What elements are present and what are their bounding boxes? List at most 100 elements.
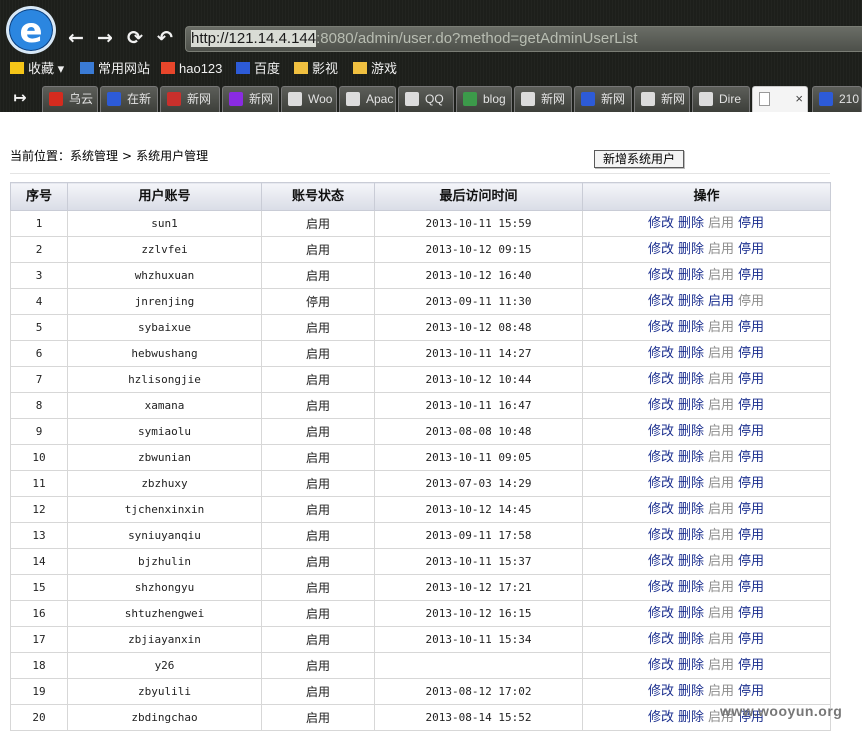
- delete-link[interactable]: 删除: [678, 554, 704, 569]
- edit-link[interactable]: 修改: [648, 502, 674, 517]
- back-arrow-icon[interactable]: ←: [64, 26, 88, 50]
- refresh-icon[interactable]: ⟳: [123, 26, 147, 50]
- browser-tab[interactable]: Apac: [339, 86, 396, 112]
- browser-tab[interactable]: 新网: [514, 86, 572, 112]
- browser-tab[interactable]: 210: [812, 86, 862, 112]
- edit-link[interactable]: 修改: [648, 346, 674, 361]
- edit-link[interactable]: 修改: [648, 216, 674, 231]
- delete-link[interactable]: 删除: [678, 684, 704, 699]
- delete-link[interactable]: 删除: [678, 476, 704, 491]
- delete-link[interactable]: 删除: [678, 502, 704, 517]
- disable-link[interactable]: 停用: [738, 242, 764, 257]
- edit-link[interactable]: 修改: [648, 294, 674, 309]
- delete-link[interactable]: 删除: [678, 372, 704, 387]
- edit-link[interactable]: 修改: [648, 710, 674, 725]
- delete-link[interactable]: 删除: [678, 346, 704, 361]
- disable-link[interactable]: 停用: [738, 346, 764, 361]
- bookmark-item[interactable]: 常用网站: [80, 58, 150, 80]
- delete-link[interactable]: 删除: [678, 606, 704, 621]
- bookmark-item[interactable]: 百度: [236, 58, 280, 80]
- watermark: www.wooyun.org: [720, 703, 843, 719]
- cell-status: 启用: [261, 366, 375, 393]
- sidebar-toggle-icon[interactable]: ↦: [8, 86, 32, 110]
- delete-link[interactable]: 删除: [678, 450, 704, 465]
- disable-link[interactable]: 停用: [738, 398, 764, 413]
- edit-link[interactable]: 修改: [648, 450, 674, 465]
- delete-link[interactable]: 删除: [678, 632, 704, 647]
- disable-link[interactable]: 停用: [738, 320, 764, 335]
- edit-link[interactable]: 修改: [648, 476, 674, 491]
- cell-no: 13: [10, 522, 68, 549]
- delete-link[interactable]: 删除: [678, 658, 704, 673]
- bookmark-item[interactable]: 收藏 ▾: [10, 58, 64, 80]
- disable-link[interactable]: 停用: [738, 502, 764, 517]
- cell-status: 停用: [261, 288, 375, 315]
- edit-link[interactable]: 修改: [648, 398, 674, 413]
- browser-tab[interactable]: 新网: [160, 86, 220, 112]
- browser-tab[interactable]: 新网: [634, 86, 690, 112]
- disable-link[interactable]: 停用: [738, 372, 764, 387]
- delete-link[interactable]: 删除: [678, 294, 704, 309]
- delete-link[interactable]: 删除: [678, 424, 704, 439]
- disable-link[interactable]: 停用: [738, 528, 764, 543]
- disable-link[interactable]: 停用: [738, 450, 764, 465]
- browser-logo-icon[interactable]: e: [6, 6, 56, 54]
- cell-last-visit: 2013-10-11 15:59: [374, 210, 583, 237]
- enable-link[interactable]: 启用: [708, 294, 734, 309]
- edit-link[interactable]: 修改: [648, 684, 674, 699]
- disable-link[interactable]: 停用: [738, 606, 764, 621]
- browser-tab[interactable]: Woo: [281, 86, 337, 112]
- edit-link[interactable]: 修改: [648, 606, 674, 621]
- cell-last-visit: 2013-10-12 16:40: [374, 262, 583, 289]
- edit-link[interactable]: 修改: [648, 268, 674, 283]
- edit-link[interactable]: 修改: [648, 554, 674, 569]
- bookmark-item[interactable]: hao123: [161, 58, 222, 80]
- browser-tab[interactable]: 乌云: [42, 86, 98, 112]
- edit-link[interactable]: 修改: [648, 632, 674, 647]
- disable-link[interactable]: 停用: [738, 268, 764, 283]
- disable-link[interactable]: 停用: [738, 632, 764, 647]
- disable-link[interactable]: 停用: [738, 216, 764, 231]
- browser-tab[interactable]: Dire: [692, 86, 750, 112]
- bookmark-item[interactable]: 影视: [294, 58, 338, 80]
- disable-link[interactable]: 停用: [738, 476, 764, 491]
- edit-link[interactable]: 修改: [648, 320, 674, 335]
- edit-link[interactable]: 修改: [648, 424, 674, 439]
- delete-link[interactable]: 删除: [678, 710, 704, 725]
- browser-tab[interactable]: 在新: [100, 86, 158, 112]
- delete-link[interactable]: 删除: [678, 242, 704, 257]
- forward-arrow-icon[interactable]: →: [93, 26, 117, 50]
- edit-link[interactable]: 修改: [648, 528, 674, 543]
- disable-link[interactable]: 停用: [738, 658, 764, 673]
- breadcrumb-section-link[interactable]: 系统管理: [70, 149, 118, 163]
- delete-link[interactable]: 删除: [678, 320, 704, 335]
- edit-link[interactable]: 修改: [648, 242, 674, 257]
- edit-link[interactable]: 修改: [648, 372, 674, 387]
- tab-favicon-icon: [229, 92, 243, 106]
- bookmark-item[interactable]: 游戏: [353, 58, 397, 80]
- delete-link[interactable]: 删除: [678, 268, 704, 283]
- browser-tab[interactable]: 新网: [574, 86, 632, 112]
- cell-status: 启用: [261, 704, 375, 731]
- disable-link[interactable]: 停用: [738, 554, 764, 569]
- disable-link[interactable]: 停用: [738, 580, 764, 595]
- tab-close-icon[interactable]: ×: [795, 87, 803, 111]
- tab-active[interactable]: ×: [752, 86, 808, 112]
- browser-tab[interactable]: blog: [456, 86, 512, 112]
- undo-icon[interactable]: ↶: [153, 26, 177, 50]
- enable-link: 启用: [708, 579, 735, 595]
- cell-actions: 修改 删除 启用 停用: [582, 236, 831, 263]
- address-bar[interactable]: http://121.14.4.144:8080/admin/user.do?m…: [185, 26, 862, 52]
- browser-tab[interactable]: QQ: [398, 86, 454, 112]
- disable-link[interactable]: 停用: [738, 684, 764, 699]
- enable-link: 启用: [708, 553, 735, 569]
- browser-tab[interactable]: 新网: [222, 86, 279, 112]
- add-system-user-button[interactable]: 新增系统用户: [594, 150, 684, 168]
- disable-link[interactable]: 停用: [738, 424, 764, 439]
- delete-link[interactable]: 删除: [678, 528, 704, 543]
- delete-link[interactable]: 删除: [678, 216, 704, 231]
- edit-link[interactable]: 修改: [648, 658, 674, 673]
- delete-link[interactable]: 删除: [678, 580, 704, 595]
- edit-link[interactable]: 修改: [648, 580, 674, 595]
- delete-link[interactable]: 删除: [678, 398, 704, 413]
